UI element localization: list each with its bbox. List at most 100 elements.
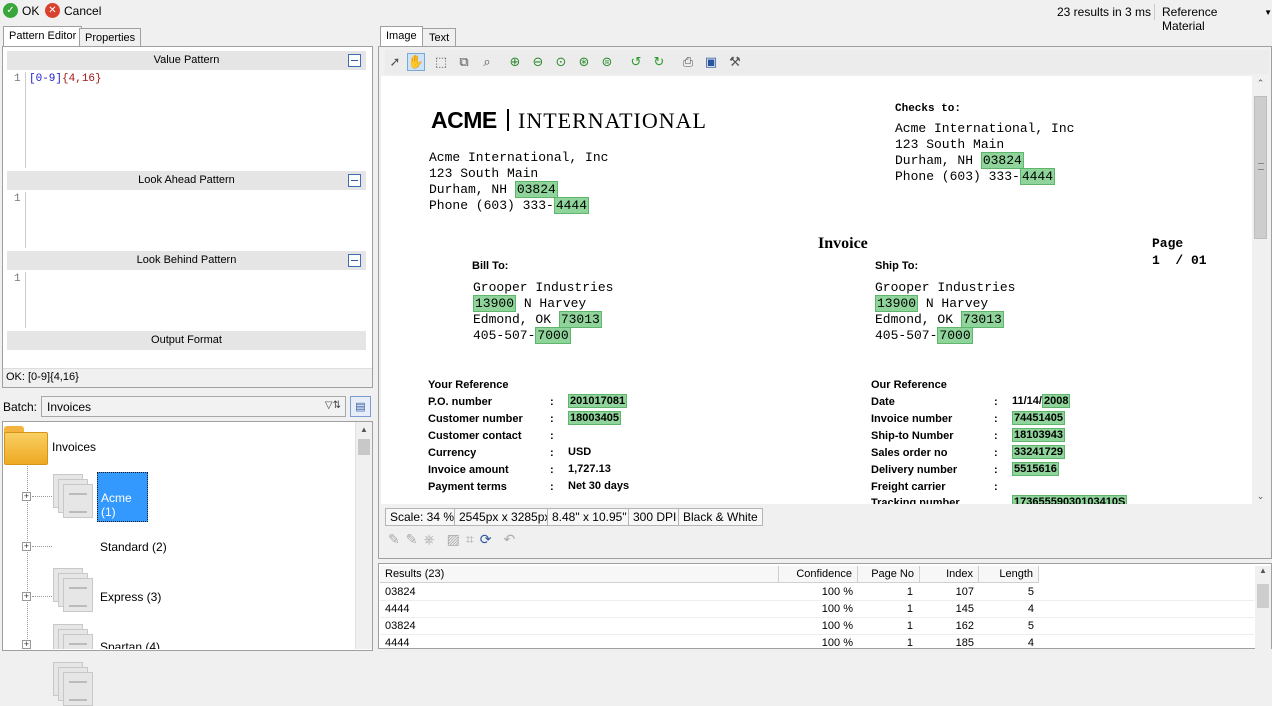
expand-express-button[interactable]: + <box>22 592 31 601</box>
collapse-look-ahead-button[interactable] <box>348 174 361 187</box>
match-highlight[interactable]: 73013 <box>558 311 602 328</box>
match-highlight[interactable]: 13900 <box>875 295 919 312</box>
output-format-title: Output Format <box>151 334 222 346</box>
match-highlight[interactable]: 03824 <box>514 181 558 198</box>
select-region-icon[interactable]: ⬚ <box>432 53 450 71</box>
expand-spartan-button[interactable]: + <box>22 640 31 649</box>
tree-item-standard[interactable]: Standard (2) <box>100 540 167 554</box>
tree-scrollbar[interactable]: ▲ <box>355 422 372 649</box>
confidence-header[interactable]: Confidence <box>779 566 858 583</box>
tree-item-acme[interactable]: Acme (1) <box>97 472 148 522</box>
crop-icon[interactable]: ⌗ <box>466 532 474 548</box>
field-value[interactable]: 11/14/2008 <box>1012 394 1071 408</box>
save-icon[interactable]: ▣ <box>702 53 720 71</box>
value-pattern-editor[interactable]: [0-9]{4,16} <box>29 73 102 85</box>
look-behind-editor[interactable] <box>29 272 359 328</box>
match-highlight[interactable]: 7000 <box>937 327 973 344</box>
collapse-value-pattern-button[interactable] <box>348 54 361 67</box>
table-cell: 03824 <box>385 586 416 598</box>
field-value[interactable]: 5515616 <box>1012 462 1059 476</box>
print-icon[interactable]: ⎙ <box>679 53 697 71</box>
scroll-thumb[interactable] <box>1257 584 1269 608</box>
tree-root-label[interactable]: Invoices <box>52 440 96 454</box>
scroll-up-icon[interactable]: ⌃ <box>1252 78 1269 89</box>
tree-item-spartan[interactable]: Spartan (4) <box>100 640 160 649</box>
tracking-value[interactable]: 17365559030103410S <box>1012 495 1128 504</box>
field-label: Invoice number <box>871 413 953 425</box>
tab-pattern-editor[interactable]: Pattern Editor <box>3 26 83 48</box>
results-header[interactable]: Results (23) <box>380 566 779 583</box>
undo-icon[interactable]: ↶ <box>504 532 516 548</box>
field-value[interactable]: 33241729 <box>1012 445 1065 459</box>
gutter-line <box>25 72 26 168</box>
rotate-left-icon[interactable]: ↺ <box>627 53 645 71</box>
refresh-icon[interactable]: ⟳ <box>480 532 492 548</box>
field-value[interactable]: 201017081 <box>568 394 628 408</box>
canvas-scrollbar[interactable]: ⌃ ⌄ <box>1252 76 1269 504</box>
scroll-thumb[interactable] <box>1254 96 1267 239</box>
field-colon: : <box>550 430 554 442</box>
tab-text[interactable]: Text <box>422 28 457 48</box>
match-highlight[interactable]: 73013 <box>960 311 1004 328</box>
page-size-status: 8.48" x 10.95" <box>547 508 632 526</box>
pan-hand-icon[interactable]: ✋ <box>407 53 425 71</box>
stamp-icon[interactable]: ⎈ <box>423 532 434 548</box>
expand-acme-button[interactable]: + <box>22 492 31 501</box>
checks-street: 123 South Main <box>895 137 1005 152</box>
match-highlight[interactable]: 03824 <box>980 152 1024 169</box>
scroll-up-icon[interactable]: ▲ <box>1255 566 1271 575</box>
length-header[interactable]: Length <box>979 566 1039 583</box>
page-label: Page <box>1152 236 1184 251</box>
tracking-label: Tracking number <box>871 497 960 504</box>
line-number: 1 <box>14 193 21 205</box>
zoom-region-icon[interactable]: ⧉ <box>455 53 473 71</box>
output-format-header: Output Format <box>7 331 366 350</box>
scroll-down-icon[interactable]: ⌄ <box>1252 491 1269 502</box>
reference-material-dropdown[interactable]: Reference Material ▼ <box>1162 5 1272 33</box>
zoom-width-icon[interactable]: ⊜ <box>598 53 616 71</box>
scroll-up-icon[interactable]: ▲ <box>356 425 372 434</box>
rotate-right-icon[interactable]: ↻ <box>650 53 668 71</box>
index-header[interactable]: Index <box>920 566 979 583</box>
page-value: 1 / 01 <box>1152 253 1207 268</box>
edit-all-icon[interactable]: ✎ <box>406 532 418 548</box>
page-no-header[interactable]: Page No <box>858 566 920 583</box>
collapse-look-behind-button[interactable] <box>348 254 361 267</box>
tree-item-express[interactable]: Express (3) <box>100 590 161 604</box>
scroll-thumb[interactable] <box>358 439 370 455</box>
look-behind-title: Look Behind Pattern <box>136 254 237 266</box>
batch-value: Invoices <box>47 400 92 414</box>
grid-scrollbar[interactable]: ▲ <box>1255 566 1271 649</box>
ok-button[interactable]: ✓ OK <box>3 3 39 18</box>
tab-properties[interactable]: Properties <box>79 28 142 48</box>
field-colon: : <box>550 464 554 476</box>
match-highlight[interactable]: 4444 <box>1019 168 1056 185</box>
cancel-button[interactable]: ✕ Cancel <box>45 3 101 18</box>
sender-phone: Phone (603) 333- 4444 <box>429 197 590 214</box>
zoom-out-icon[interactable]: ⊖ <box>529 53 547 71</box>
match-highlight[interactable]: 4444 <box>553 197 590 214</box>
table-cell: 100 % <box>821 620 853 632</box>
zoom-actual-icon[interactable]: ⊙ <box>552 53 570 71</box>
expand-standard-button[interactable]: + <box>22 542 31 551</box>
settings-icon[interactable]: ⚒ <box>726 53 744 71</box>
zoom-fit-icon[interactable]: ⊛ <box>575 53 593 71</box>
pointer-icon[interactable]: ➚ <box>386 53 404 71</box>
match-highlight[interactable]: 7000 <box>535 327 571 344</box>
field-value[interactable]: 74451405 <box>1012 411 1065 425</box>
tree-line <box>32 596 52 597</box>
field-value[interactable]: 18103943 <box>1012 428 1065 442</box>
field-value[interactable]: 18003405 <box>568 411 621 425</box>
find-page-icon[interactable]: ⌕ <box>478 53 496 71</box>
edit-icon[interactable]: ✎ <box>388 532 400 548</box>
document-canvas[interactable]: ACME INTERNATIONAL Acme International, I… <box>381 76 1252 504</box>
zoom-in-icon[interactable]: ⊕ <box>506 53 524 71</box>
table-cell: 162 <box>955 620 974 632</box>
look-ahead-editor[interactable] <box>29 192 359 248</box>
histogram-icon[interactable]: ▨ <box>447 532 460 548</box>
match-highlight[interactable]: 13900 <box>473 295 517 312</box>
batch-select[interactable]: Invoices ▽⇅ <box>41 396 346 417</box>
batch-browse-button[interactable]: ▤ <box>350 396 371 417</box>
tab-image[interactable]: Image <box>380 26 423 48</box>
field-colon: : <box>994 413 998 425</box>
